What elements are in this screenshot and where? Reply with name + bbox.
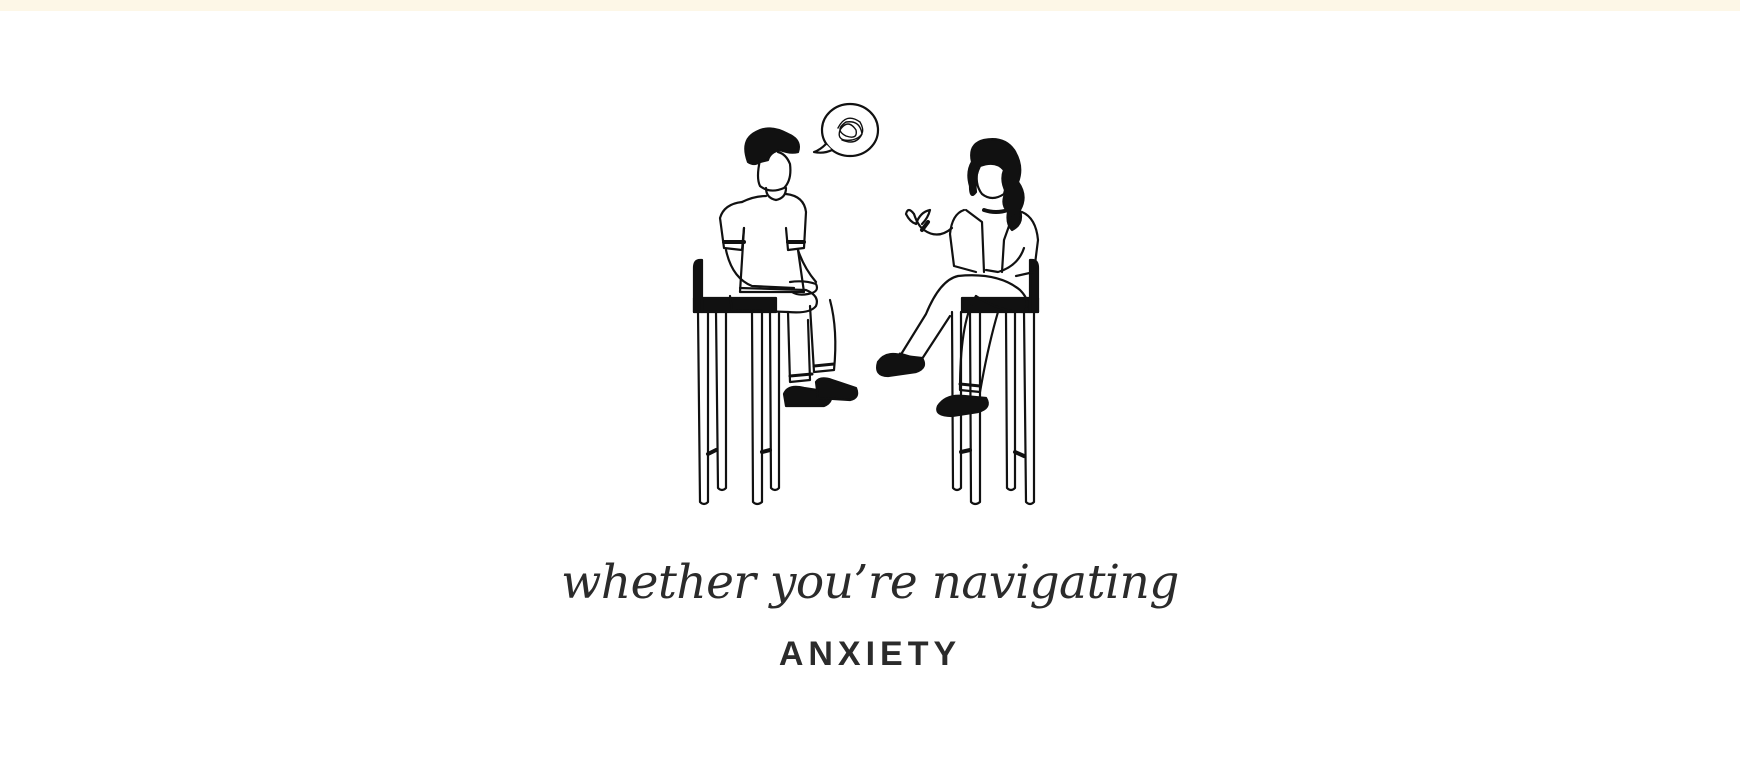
man-figure: [718, 127, 859, 408]
hero-topic: ANXIETY: [778, 635, 962, 673]
top-accent-strip: [0, 0, 1740, 11]
hero-headline: whether you’re navigating: [561, 555, 1179, 610]
therapy-session-illustration: [692, 102, 1040, 506]
woman-figure: [876, 138, 1040, 418]
left-stool: [692, 258, 781, 506]
thought-bubble: [812, 102, 880, 158]
